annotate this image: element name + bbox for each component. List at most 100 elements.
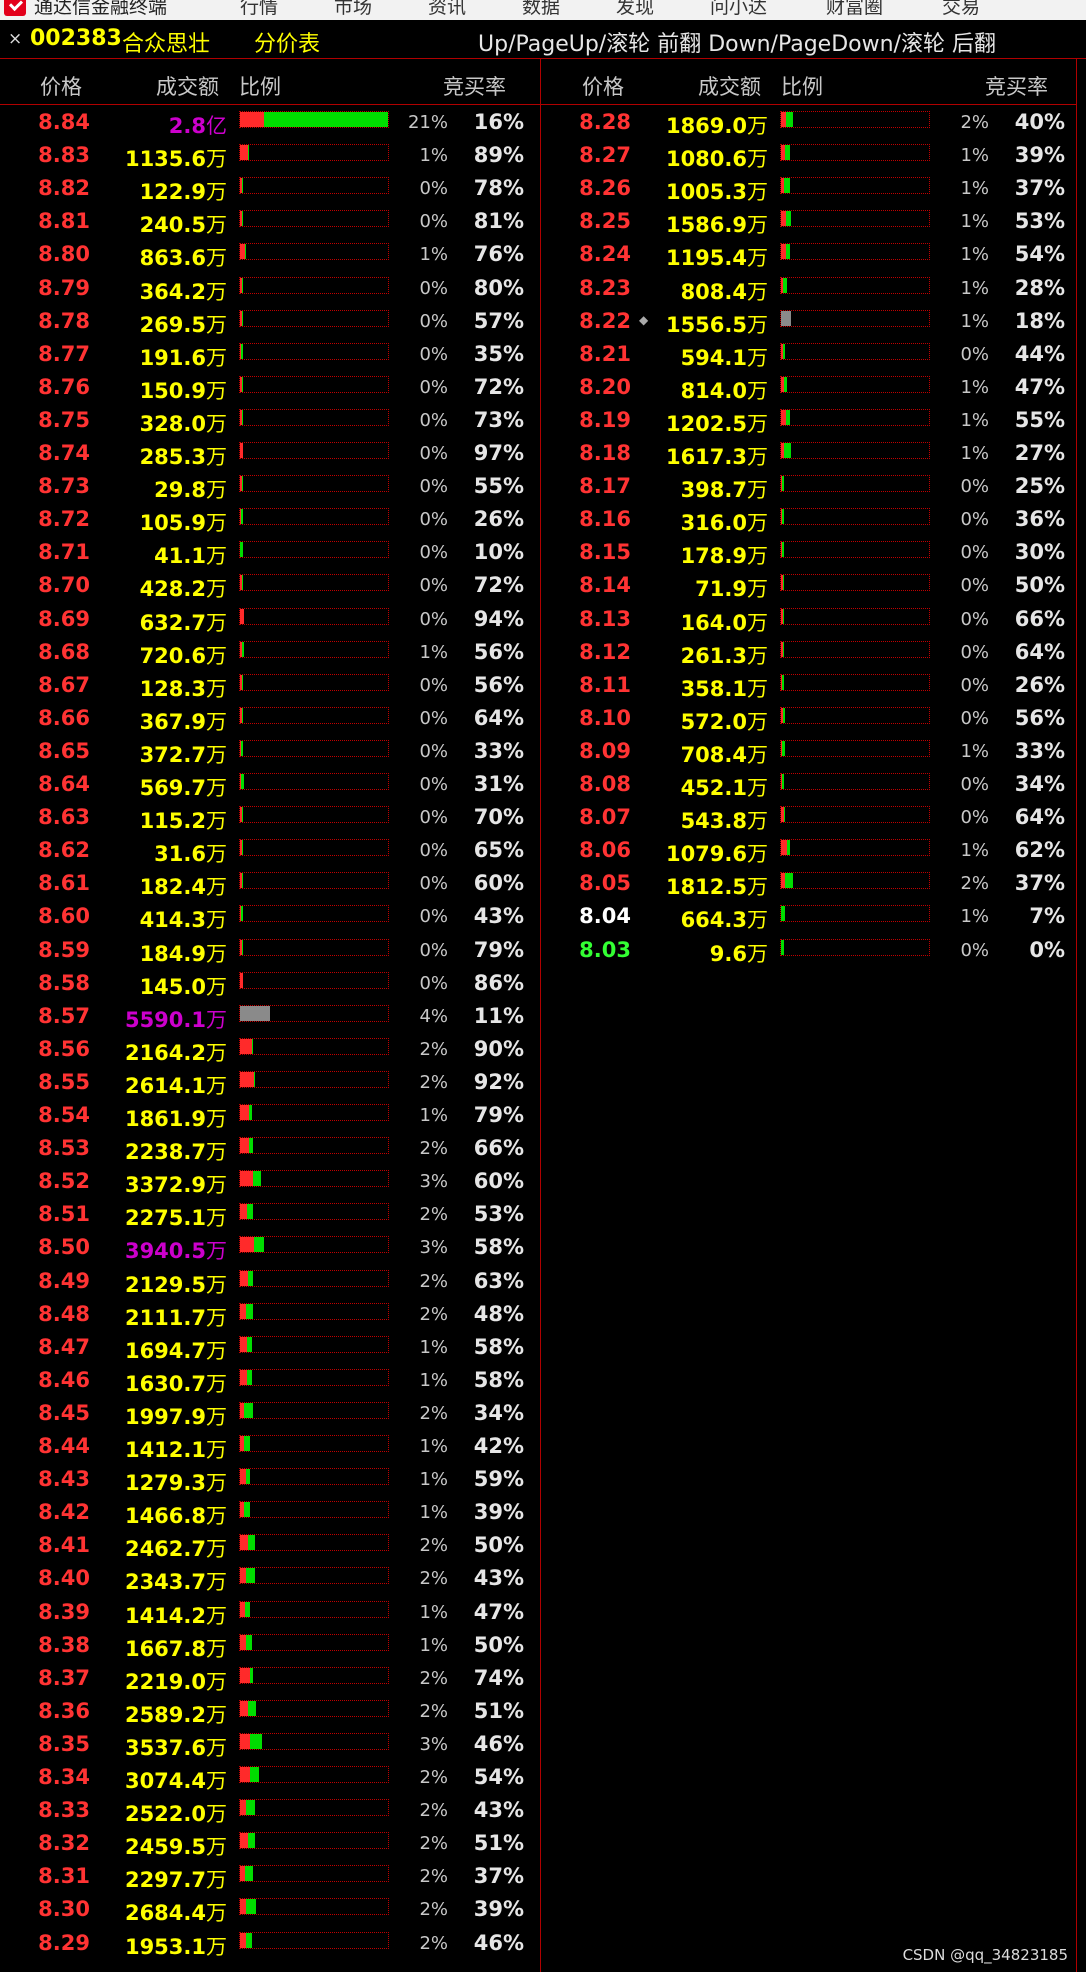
menu-item-wealth[interactable]: 财富圈 [826,0,883,19]
table-row[interactable]: 8.33 2522.0万 2% 43% [0,1793,536,1826]
table-row[interactable]: 8.84 2.8亿 21% 16% [0,105,536,138]
table-row[interactable]: 8.38 1667.8万 1% 50% [0,1628,536,1661]
table-row[interactable]: 8.14 71.9万 0% 50% [541,568,1077,601]
table-row[interactable]: 8.31 2297.7万 2% 37% [0,1859,536,1892]
table-row[interactable]: 8.63 115.2万 0% 70% [0,800,536,833]
table-row[interactable]: 8.46 1630.7万 1% 58% [0,1363,536,1396]
table-row[interactable]: 8.10 572.0万 0% 56% [541,701,1077,734]
bid-rate-cell: 58% [473,1235,524,1260]
table-row[interactable]: 8.07 543.8万 0% 64% [541,800,1077,833]
table-row[interactable]: 8.41 2462.7万 2% 50% [0,1528,536,1561]
table-row[interactable]: 8.58 145.0万 0% 86% [0,966,536,999]
table-row[interactable]: 8.66 367.9万 0% 64% [0,701,536,734]
table-row[interactable]: 8.56 2164.2万 2% 90% [0,1032,536,1065]
table-row[interactable]: 8.24 1195.4万 1% 54% [541,237,1077,270]
table-row[interactable]: 8.67 128.3万 0% 56% [0,668,536,701]
table-row[interactable]: 8.81 240.5万 0% 81% [0,204,536,237]
table-row[interactable]: 8.36 2589.2万 2% 51% [0,1694,536,1727]
table-row[interactable]: 8.11 358.1万 0% 26% [541,668,1077,701]
table-row[interactable]: 8.17 398.7万 0% 25% [541,469,1077,502]
table-row[interactable]: 8.08 452.1万 0% 34% [541,767,1077,800]
table-row[interactable]: 8.50 3940.5万 3% 58% [0,1230,536,1263]
ratio-percent: 1% [960,277,989,299]
table-row[interactable]: 8.52 3372.9万 3% 60% [0,1164,536,1197]
menu-item-quotes[interactable]: 行情 [240,0,278,19]
table-row[interactable]: 8.30 2684.4万 2% 39% [0,1892,536,1925]
table-row[interactable]: 8.69 632.7万 0% 94% [0,602,536,635]
table-row[interactable]: 8.39 1414.2万 1% 47% [0,1595,536,1628]
table-row[interactable]: 8.03 9.6万 0% 0% [541,933,1077,966]
table-row[interactable]: 8.57 5590.1万 4% 11% [0,999,536,1032]
table-row[interactable]: 8.19 1202.5万 1% 55% [541,403,1077,436]
table-row[interactable]: 8.64 569.7万 0% 31% [0,767,536,800]
table-row[interactable]: 8.73 29.8万 0% 55% [0,469,536,502]
table-row[interactable]: 8.16 316.0万 0% 36% [541,502,1077,535]
table-row[interactable]: 8.76 150.9万 0% 72% [0,370,536,403]
table-row[interactable]: 8.44 1412.1万 1% 42% [0,1429,536,1462]
bid-rate-cell: 27% [1014,441,1065,465]
menu-item-news[interactable]: 资讯 [428,0,466,19]
table-row[interactable]: 8.72 105.9万 0% 26% [0,502,536,535]
table-row[interactable]: 8.15 178.9万 0% 30% [541,535,1077,568]
table-row[interactable]: 8.45 1997.9万 2% 34% [0,1396,536,1429]
table-row[interactable]: 8.78 269.5万 0% 57% [0,304,536,337]
table-row[interactable]: 8.54 1861.9万 1% 79% [0,1098,536,1131]
table-row[interactable]: 8.83 1135.6万 1% 89% [0,138,536,171]
menu-item-ask[interactable]: 问小达 [710,0,767,19]
table-row[interactable]: 8.05 1812.5万 2% 37% [541,866,1077,899]
table-row[interactable]: 8.27 1080.6万 1% 39% [541,138,1077,171]
table-row[interactable]: 8.74 285.3万 0% 97% [0,436,536,469]
table-row[interactable]: 8.47 1694.7万 1% 58% [0,1330,536,1363]
table-row[interactable]: 8.06 1079.6万 1% 62% [541,833,1077,866]
table-row[interactable]: 8.26 1005.3万 1% 37% [541,171,1077,204]
table-row[interactable]: 8.59 184.9万 0% 79% [0,933,536,966]
table-row[interactable]: 8.70 428.2万 0% 72% [0,568,536,601]
table-row[interactable]: 8.82 122.9万 0% 78% [0,171,536,204]
table-row[interactable]: 8.48 2111.7万 2% 48% [0,1297,536,1330]
menu-item-data[interactable]: 数据 [522,0,560,19]
table-row[interactable]: 8.12 261.3万 0% 64% [541,635,1077,668]
table-row[interactable]: 8.40 2343.7万 2% 43% [0,1561,536,1594]
table-row[interactable]: 8.65 372.7万 0% 33% [0,734,536,767]
table-row[interactable]: 8.62 31.6万 0% 65% [0,833,536,866]
table-row[interactable]: 8.61 182.4万 0% 60% [0,866,536,899]
menu-item-market[interactable]: 市场 [334,0,372,19]
table-row[interactable]: 8.32 2459.5万 2% 51% [0,1826,536,1859]
table-row[interactable]: 8.35 3537.6万 3% 46% [0,1727,536,1760]
menu-item-trade[interactable]: 交易 [942,0,980,19]
table-row[interactable]: 8.22 1556.5万 ◆ 1% 18% [541,304,1077,337]
menu-item-discover[interactable]: 发现 [616,0,654,19]
table-row[interactable]: 8.28 1869.0万 2% 40% [541,105,1077,138]
table-row[interactable]: 8.71 41.1万 0% 10% [0,535,536,568]
table-row[interactable]: 8.09 708.4万 1% 33% [541,734,1077,767]
amount-value: 3372.9 [124,1173,206,1198]
table-row[interactable]: 8.21 594.1万 0% 44% [541,337,1077,370]
price-table-area[interactable]: 价格 成交额 比例 竞买率 价格 成交额 比例 竞买率 8.84 2.8亿 21% 1… [0,59,1086,1972]
ratio-bar [239,309,389,327]
table-row[interactable]: 8.34 3074.4万 2% 54% [0,1760,536,1793]
table-row[interactable]: 8.79 364.2万 0% 80% [0,271,536,304]
ratio-bar-sell [782,509,784,525]
table-row[interactable]: 8.20 814.0万 1% 47% [541,370,1077,403]
table-row[interactable]: 8.68 720.6万 1% 56% [0,635,536,668]
table-row[interactable]: 8.13 164.0万 0% 66% [541,602,1077,635]
table-row[interactable]: 8.75 328.0万 0% 73% [0,403,536,436]
table-row[interactable]: 8.49 2129.5万 2% 63% [0,1264,536,1297]
bid-rate-cell: 43% [473,1566,524,1591]
table-row[interactable]: 8.04 664.3万 1% 7% [541,899,1077,932]
table-row[interactable]: 8.43 1279.3万 1% 59% [0,1462,536,1495]
table-row[interactable]: 8.29 1953.1万 2% 46% [0,1926,536,1959]
table-row[interactable]: 8.55 2614.1万 2% 92% [0,1065,536,1098]
table-row[interactable]: 8.25 1586.9万 1% 53% [541,204,1077,237]
close-icon[interactable]: × [8,29,22,49]
table-row[interactable]: 8.37 2219.0万 2% 74% [0,1661,536,1694]
table-row[interactable]: 8.23 808.4万 1% 28% [541,271,1077,304]
table-row[interactable]: 8.77 191.6万 0% 35% [0,337,536,370]
table-row[interactable]: 8.80 863.6万 1% 76% [0,237,536,270]
table-row[interactable]: 8.51 2275.1万 2% 53% [0,1197,536,1230]
table-row[interactable]: 8.42 1466.8万 1% 39% [0,1495,536,1528]
table-row[interactable]: 8.18 1617.3万 1% 27% [541,436,1077,469]
table-row[interactable]: 8.53 2238.7万 2% 66% [0,1131,536,1164]
table-row[interactable]: 8.60 414.3万 0% 43% [0,899,536,932]
header-ratio: 比例 [781,75,823,99]
